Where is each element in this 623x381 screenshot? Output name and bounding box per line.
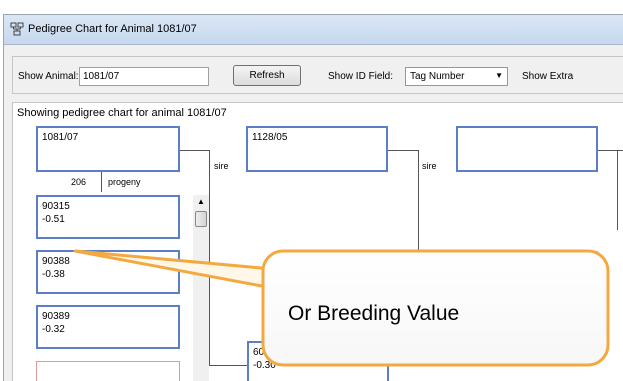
connector-line	[209, 150, 210, 365]
sire-label: sire	[214, 161, 229, 171]
progeny-count: 206	[71, 177, 87, 187]
progeny-breeding-value: -0.38	[42, 269, 65, 280]
connector-line	[598, 150, 623, 151]
dam-node-value: -0.30	[253, 360, 276, 371]
show-id-field-value: Tag Number	[410, 71, 465, 82]
connector-line	[180, 150, 209, 151]
progeny-id: 90315	[42, 201, 70, 212]
connector-line	[101, 172, 102, 192]
show-id-field-label: Show ID Field:	[328, 71, 394, 82]
root-animal-id: 1081/07	[42, 132, 79, 143]
progeny-id: 90388	[42, 256, 70, 267]
progeny-id: 90389	[42, 311, 70, 322]
sire-id: 1128/05	[252, 132, 288, 143]
progeny-item[interactable]: 90388 -0.38	[36, 250, 180, 294]
pedigree-chart: Showing pedigree chart for animal 1081/0…	[12, 102, 623, 381]
scroll-thumb[interactable]	[195, 211, 207, 227]
connector-line	[617, 150, 618, 230]
progeny-item[interactable]: 90389 -0.32	[36, 305, 180, 349]
toolbar: Show Animal: Refresh Show ID Field: Tag …	[12, 56, 623, 94]
show-animal-label: Show Animal:	[18, 71, 79, 82]
progeny-label: progeny	[108, 177, 141, 187]
chart-heading: Showing pedigree chart for animal 1081/0…	[17, 107, 227, 119]
empty-ancestor-node[interactable]	[456, 251, 598, 291]
root-animal-node[interactable]: 1081/07	[36, 126, 180, 172]
connector-line	[389, 365, 419, 366]
dam-node-id: 60	[253, 347, 265, 358]
progeny-scrollbar[interactable]: ▲	[193, 195, 209, 381]
title-bar: Pedigree Chart for Animal 1081/07	[4, 15, 623, 45]
progeny-item[interactable]: 90315 -0.51	[36, 195, 180, 239]
show-animal-input[interactable]	[79, 67, 209, 86]
sire-label-2: sire	[422, 161, 437, 171]
progeny-item-partial[interactable]	[36, 361, 180, 381]
show-extra-label: Show Extra	[522, 71, 574, 82]
refresh-button[interactable]: Refresh	[233, 65, 301, 86]
progeny-breeding-value: -0.51	[42, 214, 65, 225]
pedigree-tree-icon	[10, 22, 24, 36]
scroll-up-arrow-icon[interactable]: ▲	[193, 195, 209, 209]
connector-line	[209, 365, 247, 366]
show-id-field-select[interactable]: Tag Number ▼	[405, 67, 508, 86]
grandsire-node[interactable]	[456, 126, 598, 172]
callout-text: Or Breeding Value	[288, 302, 460, 325]
progeny-breeding-value: -0.32	[42, 324, 65, 335]
connector-line	[388, 150, 418, 151]
sire-node[interactable]: 1128/05	[246, 126, 388, 172]
window-title: Pedigree Chart for Animal 1081/07	[28, 23, 197, 35]
chevron-down-icon: ▼	[495, 71, 503, 80]
dam-node-partial[interactable]: 60 -0.30	[247, 341, 389, 381]
